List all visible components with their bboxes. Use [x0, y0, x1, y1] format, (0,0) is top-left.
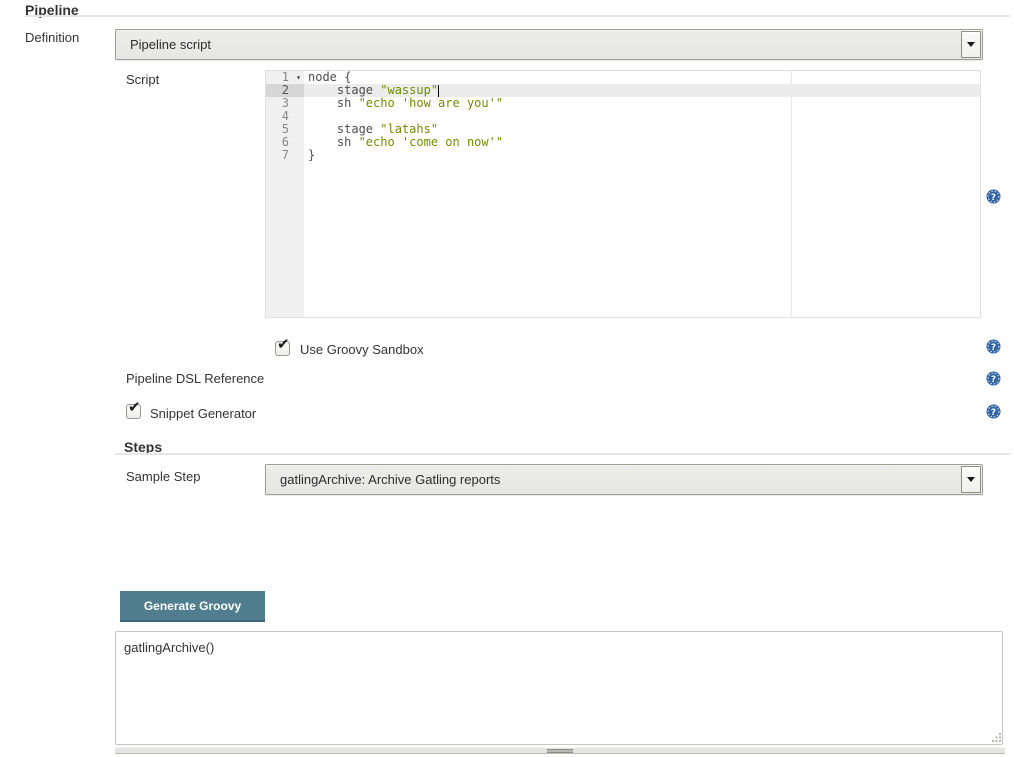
- dsl-reference-help-icon[interactable]: ?: [986, 371, 1001, 386]
- definition-label: Definition: [25, 30, 79, 45]
- fold-arrow-icon[interactable]: ▾: [296, 72, 301, 83]
- pipeline-config-page: { "pipeline": { "title": "Pipeline", "de…: [0, 0, 1014, 757]
- snippet-generator-label: Snippet Generator: [150, 406, 256, 421]
- definition-select-value: Pipeline script: [130, 30, 211, 59]
- editor-gutter: 1▾234567: [266, 71, 304, 317]
- textarea-resize-grip-icon[interactable]: [991, 732, 1002, 743]
- script-label: Script: [126, 72, 159, 87]
- sample-step-select-arrow-button[interactable]: [961, 466, 981, 493]
- svg-text:?: ?: [991, 375, 996, 385]
- drag-grip-icon: [547, 749, 573, 753]
- sandbox-help-icon[interactable]: ?: [986, 339, 1001, 354]
- code-line[interactable]: sh "echo 'come on now'": [304, 136, 980, 149]
- sample-step-select-value: gatlingArchive: Archive Gatling reports: [280, 465, 500, 494]
- line-number: 7: [266, 149, 304, 162]
- pipeline-section-divider: [25, 15, 1010, 17]
- checkmark-icon: ✔: [128, 400, 141, 415]
- pipeline-dsl-reference-link[interactable]: Pipeline DSL Reference: [126, 371, 264, 386]
- script-editor[interactable]: 1▾234567 node { stage "wassup" sh "echo …: [265, 70, 981, 318]
- svg-text:?: ?: [991, 343, 996, 353]
- use-groovy-sandbox-checkbox[interactable]: ✔: [275, 341, 290, 356]
- chevron-down-icon: [967, 477, 975, 482]
- svg-text:?: ?: [991, 193, 996, 203]
- generate-groovy-button[interactable]: Generate Groovy: [120, 591, 265, 622]
- definition-select-arrow-button[interactable]: [961, 31, 981, 58]
- snippet-generator-checkbox[interactable]: ✔: [126, 404, 141, 419]
- code-line[interactable]: sh "echo 'how are you'": [304, 97, 980, 110]
- steps-section-divider: [115, 453, 1010, 455]
- textarea-drag-handle[interactable]: [115, 747, 1005, 754]
- snippet-generator-help-icon[interactable]: ?: [986, 404, 1001, 419]
- chevron-down-icon: [967, 42, 975, 47]
- groovy-output-textarea[interactable]: gatlingArchive(): [115, 631, 1003, 745]
- use-groovy-sandbox-label: Use Groovy Sandbox: [300, 342, 424, 357]
- svg-text:?: ?: [991, 408, 996, 418]
- checkmark-icon: ✔: [277, 337, 290, 352]
- editor-code[interactable]: node { stage "wassup" sh "echo 'how are …: [304, 71, 980, 317]
- code-line[interactable]: }: [304, 149, 980, 162]
- definition-select[interactable]: Pipeline script: [115, 29, 983, 60]
- sample-step-label: Sample Step: [126, 469, 200, 484]
- sample-step-select[interactable]: gatlingArchive: Archive Gatling reports: [265, 464, 983, 495]
- script-help-icon[interactable]: ?: [986, 189, 1001, 204]
